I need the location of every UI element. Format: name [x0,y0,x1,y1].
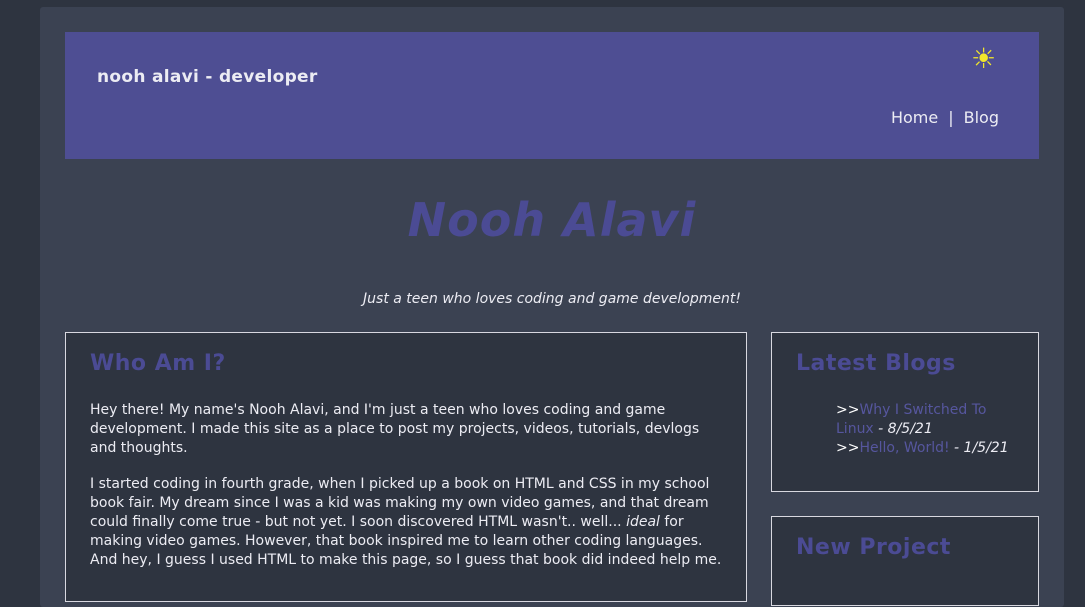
main-nav: Home | Blog [891,108,999,127]
nav-link-home[interactable]: Home [891,108,938,127]
nav-separator: | [948,108,954,127]
latest-blogs-card: Latest Blogs >>Why I Switched To Linux -… [771,332,1039,492]
about-paragraph-1: Hey there! My name's Nooh Alavi, and I'm… [90,402,700,456]
sun-icon[interactable]: ☀ [971,45,996,73]
about-body: Hey there! My name's Nooh Alavi, and I'm… [90,401,722,587]
blog-date: - 8/5/21 [873,421,933,437]
list-item: >>Hello, World! - 1/5/21 [836,439,1016,458]
blog-link-hello-world[interactable]: Hello, World! [859,440,949,456]
blog-prefix: >> [836,440,860,456]
about-paragraph-2-emphasis: ideal [626,514,660,530]
about-heading: Who Am I? [90,351,226,376]
blog-prefix: >> [836,402,860,418]
about-paragraph-2: I started coding in fourth grade, when I… [90,475,722,570]
nav-link-blog[interactable]: Blog [964,108,999,127]
about-card: Who Am I? Hey there! My name's Nooh Alav… [65,332,747,602]
site-title[interactable]: nooh alavi - developer [97,67,318,87]
list-item: >>Why I Switched To Linux - 8/5/21 [836,401,1016,439]
latest-blogs-heading: Latest Blogs [796,351,956,376]
site-header: nooh alavi - developer ☀ Home | Blog [65,32,1039,159]
hero-name: Nooh Alavi [407,193,697,247]
blog-date: - 1/5/21 [949,440,1009,456]
page-container: nooh alavi - developer ☀ Home | Blog Noo… [40,7,1064,607]
new-project-heading: New Project [796,535,951,560]
about-paragraph-2-start: I started coding in fourth grade, when I… [90,476,710,530]
hero-tagline: Just a teen who loves coding and game de… [363,291,741,307]
new-project-card: New Project [771,516,1039,606]
blog-list: >>Why I Switched To Linux - 8/5/21 >>Hel… [836,401,1016,458]
